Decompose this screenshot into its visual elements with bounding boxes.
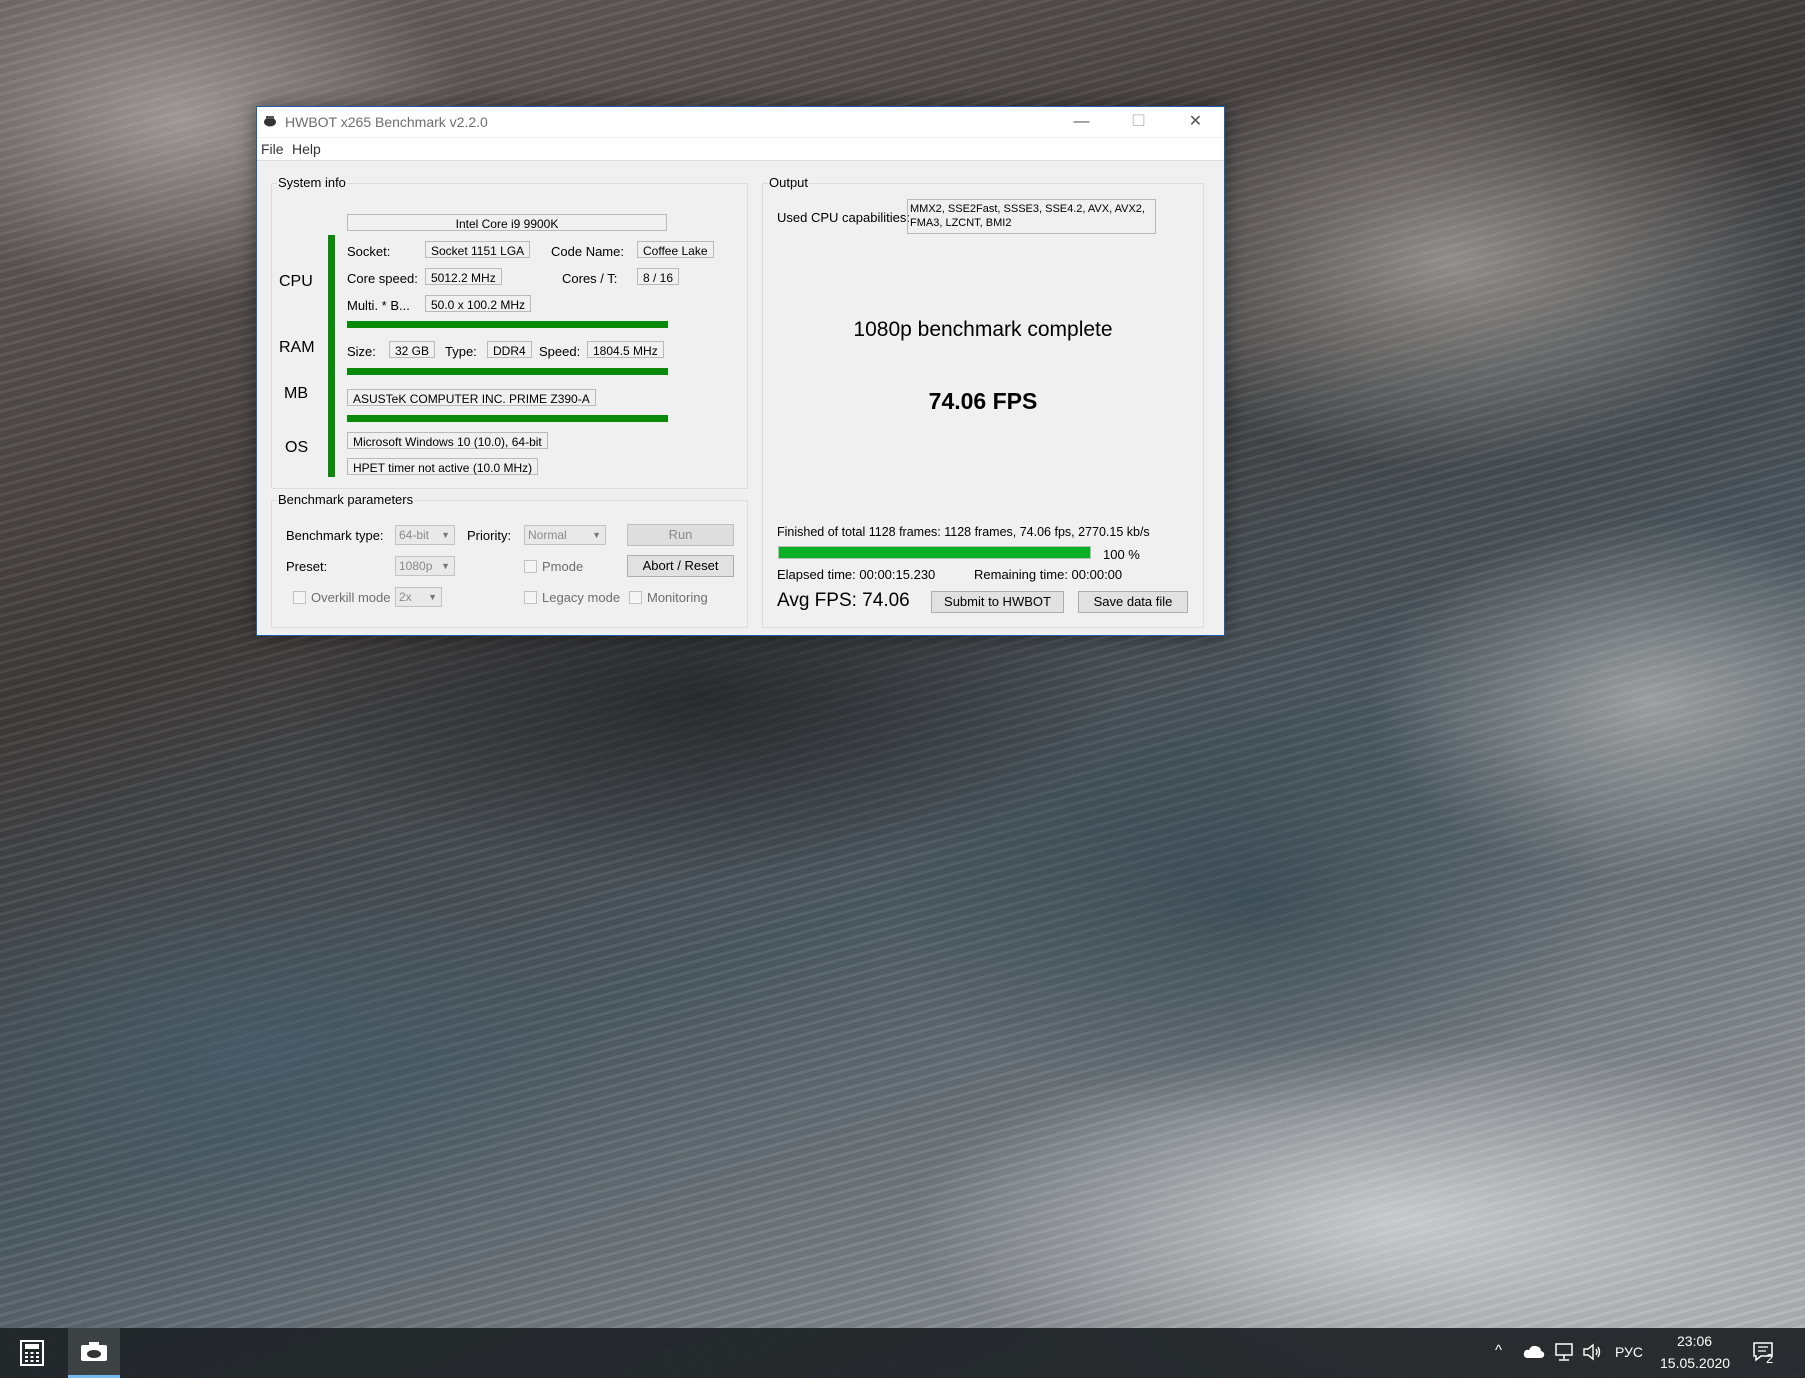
- chevron-down-icon: ▼: [428, 592, 437, 602]
- elapsed-time: Elapsed time: 00:00:15.230: [777, 567, 936, 582]
- maximize-button[interactable]: ☐: [1110, 107, 1167, 137]
- ram-speed-field: 1804.5 MHz: [587, 341, 664, 358]
- taskbar: ^ РУС 23:06 15.05.2020 2: [0, 1328, 1805, 1378]
- ram-size-label: Size:: [347, 344, 376, 359]
- menu-help[interactable]: Help: [292, 141, 321, 157]
- code-name-label: Code Name:: [551, 244, 624, 259]
- mb-separator-bar: [347, 415, 668, 422]
- language-indicator[interactable]: РУС: [1615, 1344, 1643, 1360]
- core-speed-field: 5012.2 MHz: [425, 268, 502, 285]
- monitoring-label: Monitoring: [647, 590, 708, 605]
- notification-count: 2: [1766, 1351, 1774, 1366]
- benchmark-params-title: Benchmark parameters: [277, 492, 415, 507]
- benchmark-window: HWBOT x265 Benchmark v2.2.0 — ☐ ✕ File H…: [256, 106, 1225, 636]
- cores-label: Cores / T:: [562, 271, 618, 286]
- title-bar[interactable]: HWBOT x265 Benchmark v2.2.0 — ☐ ✕: [257, 107, 1224, 137]
- legacy-label: Legacy mode: [542, 590, 621, 605]
- progress-fill: [779, 547, 1090, 558]
- cloud-icon[interactable]: [1523, 1345, 1545, 1359]
- multi-field: 50.0 x 100.2 MHz: [425, 295, 532, 312]
- menu-bar: File Help: [257, 138, 1224, 161]
- ram-separator-bar: [347, 368, 668, 375]
- system-info-group: System info CPU RAM MB OS Intel Core i9 …: [271, 175, 748, 489]
- overkill-value: 2x: [399, 590, 412, 604]
- legacy-checkbox[interactable]: [524, 591, 537, 604]
- calculator-icon[interactable]: [20, 1340, 44, 1366]
- tray-expand-icon[interactable]: ^: [1495, 1342, 1502, 1359]
- volume-icon[interactable]: [1582, 1343, 1602, 1361]
- remaining-time: Remaining time: 00:00:00: [974, 567, 1123, 582]
- ram-size-field: 32 GB: [389, 341, 436, 358]
- benchmark-type-select[interactable]: 64-bit ▼: [395, 525, 455, 545]
- fps-result: 74.06 FPS: [928, 388, 1038, 414]
- preset-select[interactable]: 1080p ▼: [395, 556, 455, 576]
- progress-percent: 100 %: [1103, 547, 1140, 562]
- close-button[interactable]: ✕: [1167, 107, 1224, 137]
- menu-file[interactable]: File: [261, 141, 284, 157]
- taskbar-hwbot-app[interactable]: [68, 1328, 120, 1378]
- code-name-field: Coffee Lake: [637, 241, 714, 258]
- output-title: Output: [768, 175, 810, 190]
- os-field: Microsoft Windows 10 (10.0), 64-bit: [347, 432, 548, 449]
- capabilities-label: Used CPU capabilities:: [777, 210, 910, 225]
- status-text: 1080p benchmark complete: [853, 318, 1113, 341]
- window-title: HWBOT x265 Benchmark v2.2.0: [285, 114, 488, 130]
- benchmark-params-group: Benchmark parameters Benchmark type: 64-…: [271, 492, 748, 628]
- mb-category: MB: [284, 385, 308, 402]
- submit-to-hwbot-button[interactable]: Submit to HWBOT: [931, 591, 1064, 613]
- save-data-file-button[interactable]: Save data file: [1078, 591, 1188, 613]
- run-button[interactable]: Run: [627, 524, 734, 546]
- benchmark-type-value: 64-bit: [399, 528, 430, 542]
- pmode-checkbox[interactable]: [524, 560, 537, 573]
- multi-label: Multi. * B...: [347, 298, 410, 313]
- os-category: OS: [285, 439, 309, 456]
- pmode-label: Pmode: [542, 559, 584, 574]
- motherboard-field: ASUSTeK COMPUTER INC. PRIME Z390-A: [347, 389, 596, 406]
- overkill-select[interactable]: 2x ▼: [395, 587, 442, 607]
- clock-time[interactable]: 23:06: [1677, 1333, 1712, 1349]
- network-icon[interactable]: [1553, 1342, 1575, 1362]
- system-info-title: System info: [277, 175, 347, 190]
- cpu-name-field: Intel Core i9 9900K: [347, 214, 667, 231]
- app-icon: [264, 116, 276, 127]
- ram-speed-label: Speed:: [539, 344, 581, 359]
- notification-center-icon[interactable]: 2: [1752, 1341, 1776, 1366]
- capabilities-field: MMX2, SSE2Fast, SSSE3, SSE4.2, AVX, AVX2…: [907, 199, 1156, 234]
- avg-fps: Avg FPS: 74.06: [777, 590, 910, 611]
- preset-value: 1080p: [399, 559, 433, 573]
- timer-field: HPET timer not active (10.0 MHz): [347, 458, 539, 475]
- socket-label: Socket:: [347, 244, 391, 259]
- chevron-down-icon: ▼: [441, 530, 450, 540]
- output-group: Output Used CPU capabilities: MMX2, SSE2…: [762, 175, 1204, 628]
- ram-type-label: Type:: [445, 344, 477, 359]
- core-speed-label: Core speed:: [347, 271, 418, 286]
- vertical-green-bar: [328, 235, 335, 477]
- chevron-down-icon: ▼: [592, 530, 601, 540]
- finished-frames-text: Finished of total 1128 frames: 1128 fram…: [777, 525, 1150, 539]
- chevron-down-icon: ▼: [441, 561, 450, 571]
- preset-label: Preset:: [286, 559, 328, 574]
- benchmark-type-label: Benchmark type:: [286, 528, 384, 543]
- priority-label: Priority:: [467, 528, 512, 543]
- capabilities-line-2: FMA3, LZCNT, BMI2: [910, 217, 1012, 229]
- ram-type-field: DDR4: [487, 341, 532, 358]
- cpu-separator-bar: [347, 321, 668, 328]
- cpu-category: CPU: [279, 273, 313, 290]
- priority-select[interactable]: Normal ▼: [524, 525, 606, 545]
- monitoring-checkbox[interactable]: [629, 591, 642, 604]
- hwbot-app-icon: [81, 1342, 107, 1361]
- capabilities-line-1: MMX2, SSE2Fast, SSSE3, SSE4.2, AVX, AVX2…: [910, 203, 1145, 215]
- abort-reset-button[interactable]: Abort / Reset: [627, 555, 734, 577]
- clock-date[interactable]: 15.05.2020: [1660, 1355, 1730, 1371]
- socket-field: Socket 1151 LGA: [425, 241, 531, 258]
- overkill-label: Overkill mode: [311, 590, 391, 605]
- cores-field: 8 / 16: [637, 268, 680, 285]
- progress-bar: [778, 546, 1091, 559]
- ram-category: RAM: [279, 339, 315, 356]
- minimize-button[interactable]: —: [1053, 107, 1110, 137]
- overkill-checkbox[interactable]: [293, 591, 306, 604]
- priority-value: Normal: [528, 528, 567, 542]
